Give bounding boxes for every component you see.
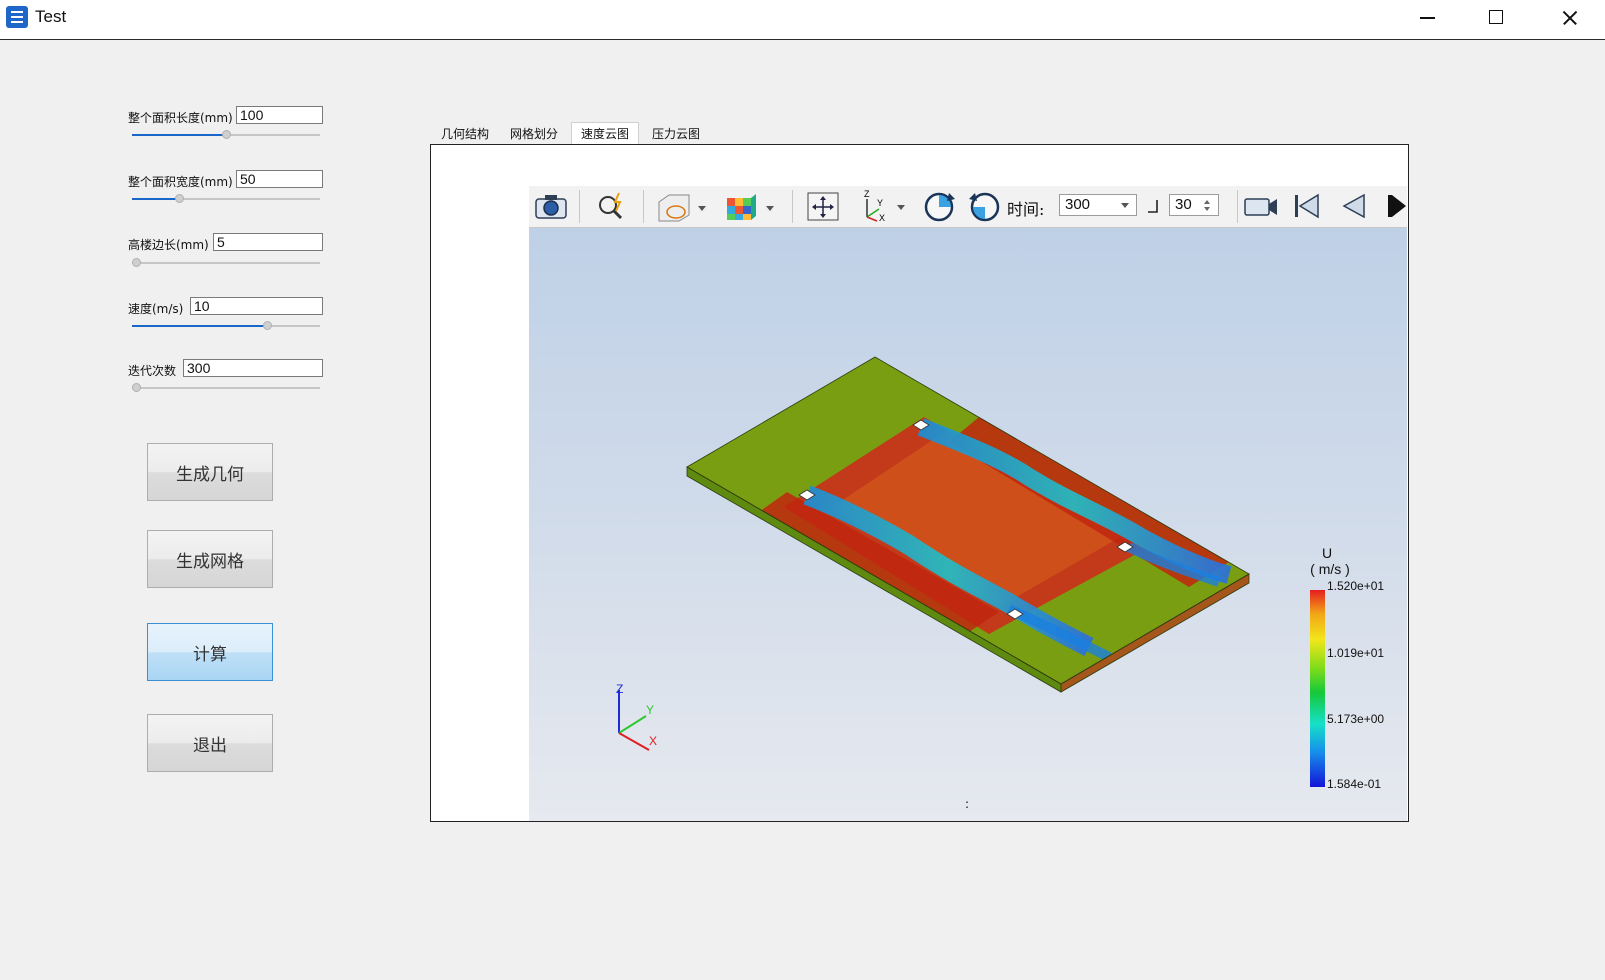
y-axis (618, 715, 647, 734)
svg-text:X: X (879, 213, 885, 223)
y-axis-label: Y (646, 703, 654, 717)
building-side-slider[interactable] (132, 257, 320, 269)
exit-button[interactable]: 退出 (147, 714, 273, 772)
chevron-down-icon (1121, 203, 1129, 208)
slider-track (132, 387, 320, 389)
speed-input[interactable]: 10 (190, 297, 323, 315)
tab-mesh[interactable]: 网格划分 (503, 122, 565, 144)
time-value: 300 (1065, 196, 1091, 213)
toolbar-separator (1237, 190, 1238, 223)
iterations-slider[interactable] (132, 382, 320, 394)
rotate-ccw-icon[interactable] (965, 186, 1005, 226)
param-label-iterations: 迭代次数 (128, 364, 177, 378)
width-input[interactable]: 50 (236, 170, 323, 188)
slider-fill (132, 198, 178, 200)
first-frame-icon[interactable] (1289, 186, 1325, 226)
zoom-icon[interactable] (593, 186, 631, 226)
time-select[interactable]: 300 (1059, 194, 1137, 216)
param-label-speed: 速度(m/s) (128, 302, 184, 316)
minimize-button[interactable] (1405, 0, 1451, 36)
length-slider[interactable] (132, 129, 320, 141)
viewer-toolbar: ZYX 时间: 300 30 (529, 186, 1407, 228)
spin-down-icon[interactable] (1204, 207, 1210, 211)
window-title: Test (35, 7, 67, 26)
velocity-contour-render: Z Y X (616, 356, 1250, 751)
param-label-length: 整个面积长度(mm) (128, 111, 233, 125)
generate-mesh-button[interactable]: 生成网格 (147, 530, 273, 588)
toolbar-separator (579, 190, 580, 223)
legend-unit: ( m/s ) (1310, 561, 1350, 577)
colormap-icon[interactable] (721, 186, 779, 226)
app-icon (6, 6, 28, 28)
title-bar: Test (0, 0, 1605, 40)
toolbar-separator (643, 190, 644, 223)
iterations-input[interactable]: 300 (183, 359, 323, 377)
x-axis (618, 732, 650, 751)
axes-orientation-icon[interactable]: ZYX (854, 186, 912, 226)
tab-geometry[interactable]: 几何结构 (434, 122, 496, 144)
rotate-cw-icon[interactable] (919, 186, 959, 226)
fit-view-icon[interactable] (804, 186, 842, 226)
time-label: 时间: (1007, 200, 1045, 219)
legend-colorbar (1310, 590, 1325, 787)
building-side-input[interactable]: 5 (213, 233, 323, 251)
slider-track (132, 262, 320, 264)
width-slider[interactable] (132, 193, 320, 205)
legend-label-max: 1.520e+01 (1327, 579, 1385, 593)
viewport-status: : (965, 797, 970, 811)
slider-thumb[interactable] (174, 194, 184, 203)
param-label-building-side: 高楼边长(mm) (128, 238, 209, 252)
slider-thumb[interactable] (221, 130, 231, 139)
record-icon[interactable] (1241, 186, 1281, 226)
frame-corner-icon (1143, 186, 1165, 226)
orientation-axes: Z Y X (616, 682, 657, 751)
z-axis-label: Z (616, 682, 623, 696)
slider-thumb[interactable] (132, 258, 141, 267)
legend-label-mid: 5.173e+00 (1327, 712, 1385, 726)
legend-label-high: 1.019e+01 (1327, 646, 1385, 660)
frame-spinbox[interactable]: 30 (1169, 194, 1219, 216)
svg-text:Z: Z (864, 189, 870, 199)
tab-velocity-contour[interactable]: 速度云图 (571, 122, 639, 144)
frame-value: 30 (1175, 196, 1192, 213)
svg-text:Y: Y (877, 198, 883, 208)
x-axis-label: X (649, 734, 657, 748)
close-button[interactable] (1545, 0, 1591, 36)
legend-label-min: 1.584e-01 (1327, 777, 1382, 791)
slider-thumb[interactable] (132, 383, 141, 392)
next-frame-icon[interactable] (1385, 186, 1407, 226)
param-label-width: 整个面积宽度(mm) (128, 175, 233, 189)
speed-slider[interactable] (132, 320, 320, 332)
render-viewport[interactable]: Z Y X (529, 187, 1407, 821)
camera-icon[interactable] (533, 186, 569, 226)
slider-fill (132, 134, 226, 136)
length-input[interactable]: 100 (236, 106, 323, 124)
slider-fill (132, 325, 270, 327)
slider-thumb[interactable] (262, 321, 272, 330)
legend-title: U (1321, 545, 1333, 561)
generate-geometry-button[interactable]: 生成几何 (147, 443, 273, 501)
spin-up-icon[interactable] (1204, 200, 1210, 204)
display-mode-icon[interactable] (653, 186, 711, 226)
maximize-button[interactable] (1473, 0, 1519, 36)
previous-frame-icon[interactable] (1335, 186, 1371, 226)
compute-button[interactable]: 计算 (147, 623, 273, 681)
toolbar-separator (792, 190, 793, 223)
tab-pressure-contour[interactable]: 压力云图 (645, 122, 707, 144)
